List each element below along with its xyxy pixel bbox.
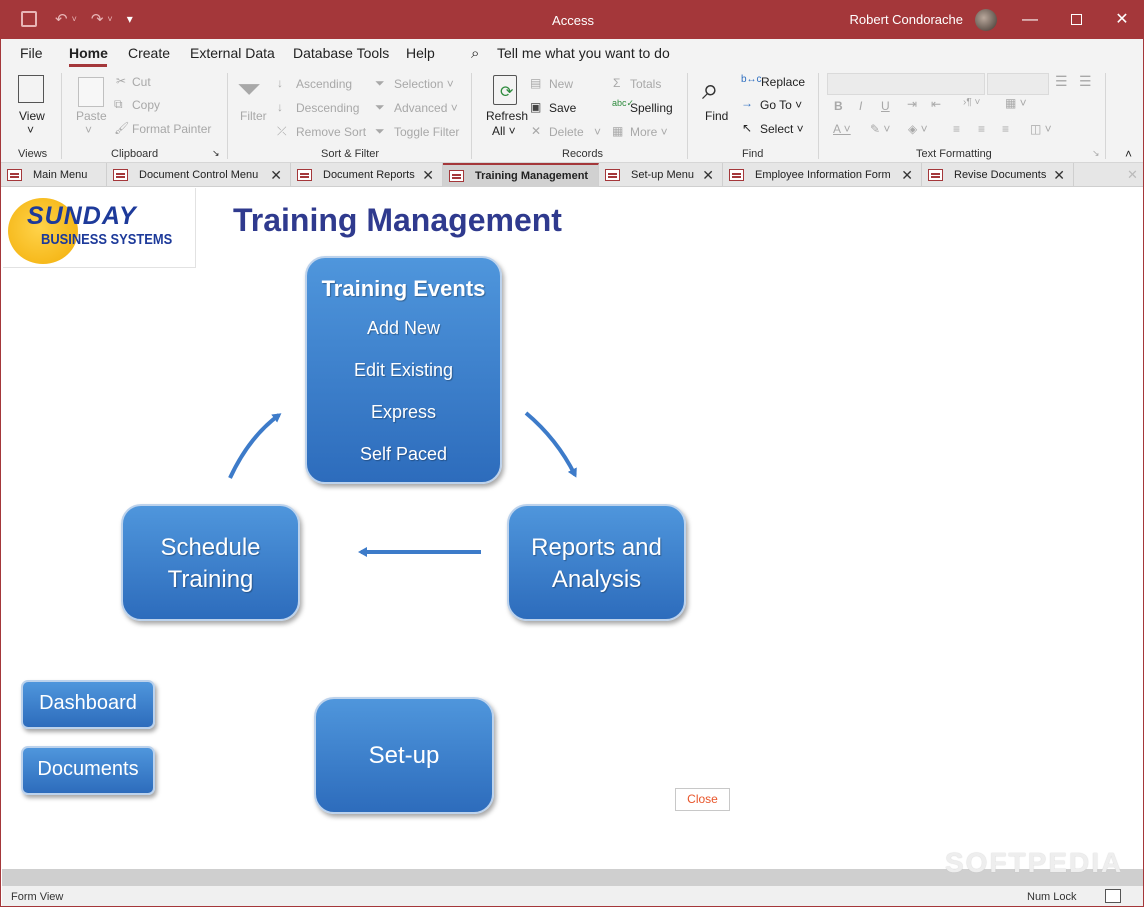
cycle-arrows — [228, 411, 577, 557]
edit-existing-button[interactable]: Edit Existing — [307, 360, 500, 381]
button-label: Schedule — [160, 534, 261, 561]
arrow-up-right — [228, 413, 282, 479]
training-events-heading[interactable]: Training Events — [307, 276, 500, 302]
button-label: Reports and — [531, 534, 662, 561]
documents-button[interactable]: Documents — [21, 746, 155, 795]
training-events-panel: Training Events Add New Edit Existing Ex… — [305, 256, 502, 484]
add-new-button[interactable]: Add New — [307, 318, 500, 339]
watermark: SOFTPEDIA — [945, 847, 1124, 878]
view-status: Form View — [11, 891, 64, 903]
reports-and-analysis-button[interactable]: Reports and Analysis — [507, 504, 686, 621]
close-button[interactable]: Close — [675, 788, 730, 811]
status-bar: Form View Num Lock — [2, 886, 1143, 906]
self-paced-button[interactable]: Self Paced — [307, 444, 500, 465]
access-window: ↶ ˅ ↷ ˅ ▾ Access Robert Condorache — ✕ Fil… — [0, 0, 1144, 907]
schedule-training-button[interactable]: Schedule Training — [121, 504, 300, 621]
form-view-icon[interactable] — [1105, 889, 1121, 903]
setup-button[interactable]: Set-up — [314, 697, 494, 814]
button-label: Training — [167, 566, 254, 593]
button-label: Analysis — [551, 566, 642, 593]
numlock-indicator: Num Lock — [1027, 891, 1077, 903]
arrow-down-right — [524, 411, 577, 478]
dashboard-button[interactable]: Dashboard — [21, 680, 155, 729]
express-button[interactable]: Express — [307, 402, 500, 423]
